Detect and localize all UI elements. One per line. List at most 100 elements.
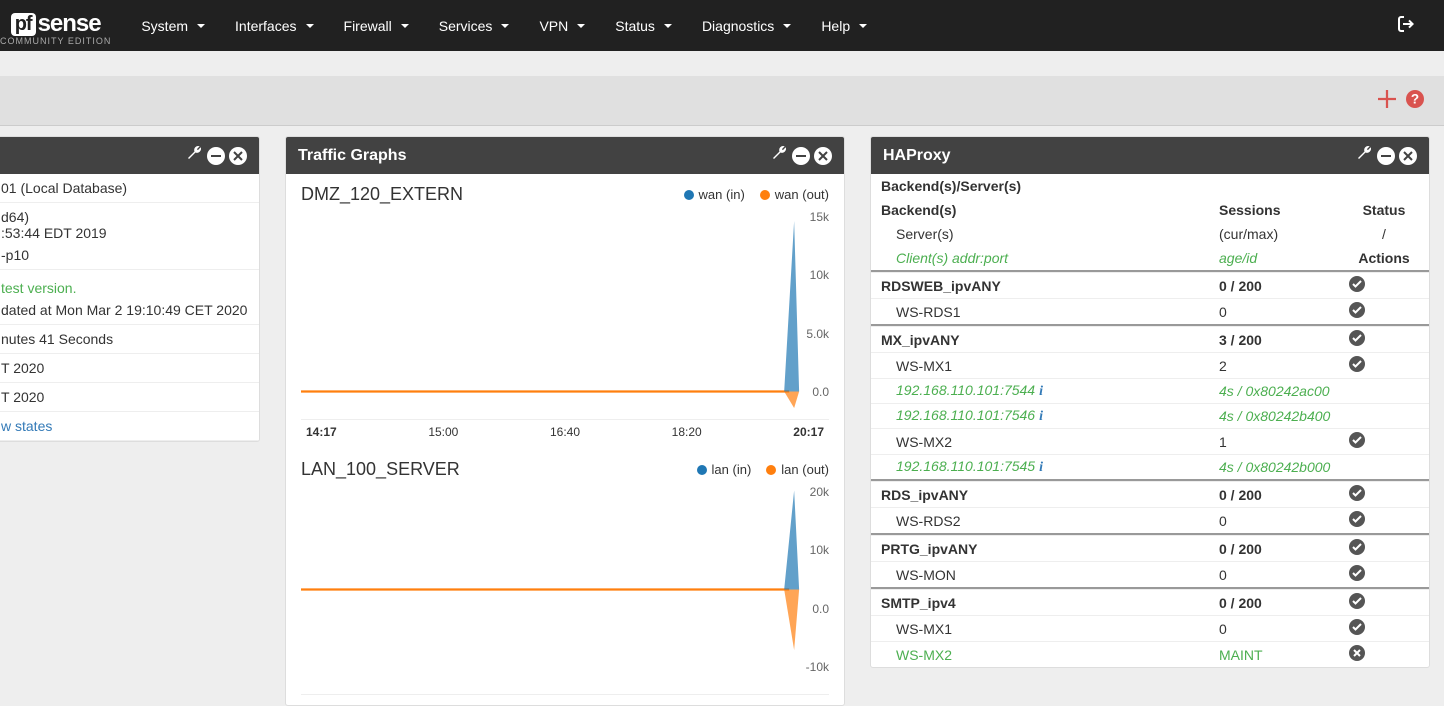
chart-area[interactable]: 20k10k0.0-10k xyxy=(301,485,829,695)
wrench-icon[interactable] xyxy=(1357,145,1373,166)
nav-system[interactable]: System xyxy=(126,3,220,49)
haproxy-server-row: WS-MX2MAINT xyxy=(871,641,1429,667)
haproxy-panel: HAProxy Backend(s)/Server(s) Backend(s) … xyxy=(870,136,1430,668)
sysinfo-time1: T 2020 xyxy=(0,354,259,383)
brand-logo[interactable]: pfsense COMMUNITY EDITION xyxy=(0,5,126,46)
caret-down-icon xyxy=(197,24,205,28)
haproxy-title: HAProxy xyxy=(883,147,1357,165)
wrench-icon[interactable] xyxy=(187,145,203,166)
haproxy-backend-row: RDSWEB_ipvANY0 / 200 xyxy=(871,272,1429,298)
haproxy-server-row: WS-MX10 xyxy=(871,615,1429,641)
close-icon[interactable] xyxy=(814,147,832,165)
dashboard-header-bar: ? xyxy=(0,76,1444,126)
status-ok-icon[interactable] xyxy=(1349,485,1365,501)
haproxy-server-row: WS-RDS10 xyxy=(871,298,1429,324)
status-ok-icon[interactable] xyxy=(1349,511,1365,527)
legend-item: wan (out) xyxy=(760,187,829,202)
traffic-graphs-panel: Traffic Graphs DMZ_120_EXTERN wan (in) wan… xyxy=(285,136,845,706)
legend-item: lan (out) xyxy=(766,462,829,477)
legend-dot-icon xyxy=(760,190,770,200)
nav-interfaces[interactable]: Interfaces xyxy=(220,3,328,49)
status-ok-icon[interactable] xyxy=(1349,539,1365,555)
status-ok-icon[interactable] xyxy=(1349,356,1365,372)
traffic-graphs-title: Traffic Graphs xyxy=(298,147,772,165)
haproxy-backend-row: SMTP_ipv40 / 200 xyxy=(871,589,1429,615)
graph-name: DMZ_120_EXTERN xyxy=(301,184,463,205)
caret-down-icon xyxy=(501,24,509,28)
legend-item: lan (in) xyxy=(697,462,752,477)
haproxy-col-backend: Backend(s) xyxy=(881,202,1219,218)
help-icon[interactable]: ? xyxy=(1406,90,1424,111)
info-icon[interactable]: i xyxy=(1039,384,1043,399)
haproxy-client-row: 192.168.110.101:7544i4s / 0x80242ac00 xyxy=(871,378,1429,403)
nav-help[interactable]: Help xyxy=(806,3,882,49)
traffic-graph: LAN_100_SERVER lan (in) lan (out) 20k10k0.0… xyxy=(286,449,844,705)
legend-item: wan (in) xyxy=(684,187,745,202)
haproxy-backend-row: PRTG_ipvANY0 / 200 xyxy=(871,535,1429,561)
wrench-icon[interactable] xyxy=(772,145,788,166)
status-ok-icon[interactable] xyxy=(1349,276,1365,292)
sysinfo-latest: test version. xyxy=(1,280,76,296)
sysinfo-states-link[interactable]: w states xyxy=(1,418,52,434)
haproxy-client-row: 192.168.110.101:7545i4s / 0x80242b000 xyxy=(871,454,1429,479)
haproxy-server-row: WS-MON0 xyxy=(871,561,1429,587)
haproxy-backend-row: MX_ipvANY3 / 200 xyxy=(871,326,1429,352)
sysinfo-updated: dated at Mon Mar 2 19:10:49 CET 2020 xyxy=(0,296,259,325)
status-ok-icon[interactable] xyxy=(1349,619,1365,635)
nav-diagnostics[interactable]: Diagnostics xyxy=(687,3,806,49)
status-ok-icon[interactable] xyxy=(1349,330,1365,346)
logout-icon[interactable] xyxy=(1383,1,1429,50)
status-ok-icon[interactable] xyxy=(1349,302,1365,318)
nav-vpn[interactable]: VPN xyxy=(524,3,600,49)
sysinfo-patch: -p10 xyxy=(0,241,259,270)
minimize-icon[interactable] xyxy=(792,147,810,165)
haproxy-col-curmax: (cur/max) xyxy=(1219,226,1349,242)
info-icon[interactable]: i xyxy=(1039,460,1043,475)
brand-sense: sense xyxy=(38,10,101,38)
haproxy-col-actions: Actions xyxy=(1349,250,1419,266)
caret-down-icon xyxy=(401,24,409,28)
svg-text:?: ? xyxy=(1411,92,1419,107)
close-icon[interactable] xyxy=(1399,147,1417,165)
close-icon[interactable] xyxy=(229,147,247,165)
status-down-icon[interactable] xyxy=(1349,645,1365,661)
nav-firewall[interactable]: Firewall xyxy=(329,3,424,49)
top-navbar: pfsense COMMUNITY EDITION SystemInterfac… xyxy=(0,0,1444,51)
haproxy-client-row: 192.168.110.101:7546i4s / 0x80242b400 xyxy=(871,403,1429,428)
sysinfo-built: :53:44 EDT 2019 xyxy=(0,225,259,241)
caret-down-icon xyxy=(306,24,314,28)
nav-status[interactable]: Status xyxy=(600,3,687,49)
minimize-icon[interactable] xyxy=(1377,147,1395,165)
haproxy-server-row: WS-RDS20 xyxy=(871,507,1429,533)
haproxy-col-backends: Backend(s)/Server(s) xyxy=(881,178,1419,194)
caret-down-icon xyxy=(783,24,791,28)
traffic-graph: DMZ_120_EXTERN wan (in) wan (out) 15k10k5.0… xyxy=(286,174,844,449)
status-ok-icon[interactable] xyxy=(1349,432,1365,448)
caret-down-icon xyxy=(859,24,867,28)
caret-down-icon xyxy=(577,24,585,28)
haproxy-col-ageid: age/id xyxy=(1219,250,1349,266)
status-ok-icon[interactable] xyxy=(1349,565,1365,581)
haproxy-backend-row: RDS_ipvANY0 / 200 xyxy=(871,481,1429,507)
legend-dot-icon xyxy=(766,465,776,475)
sysinfo-uptime: nutes 41 Seconds xyxy=(0,325,259,354)
minimize-icon[interactable] xyxy=(207,147,225,165)
haproxy-col-client: Client(s) addr:port xyxy=(881,250,1219,266)
caret-down-icon xyxy=(664,24,672,28)
nav-services[interactable]: Services xyxy=(424,3,525,49)
haproxy-server-row: WS-MX21 xyxy=(871,428,1429,454)
sysinfo-time2: T 2020 xyxy=(0,383,259,412)
status-ok-icon[interactable] xyxy=(1349,593,1365,609)
graph-name: LAN_100_SERVER xyxy=(301,459,460,480)
chart-area[interactable]: 15k10k5.0k0.0 xyxy=(301,210,829,420)
info-icon[interactable]: i xyxy=(1039,409,1043,424)
haproxy-server-row: WS-MX12 xyxy=(871,352,1429,378)
sysinfo-user: 01 (Local Database) xyxy=(0,174,259,203)
brand-edition: COMMUNITY EDITION xyxy=(0,36,111,46)
legend-dot-icon xyxy=(697,465,707,475)
legend-dot-icon xyxy=(684,190,694,200)
add-widget-icon[interactable] xyxy=(1378,90,1396,111)
sysinfo-arch: d64) xyxy=(0,203,259,225)
haproxy-col-sessions: Sessions xyxy=(1219,202,1349,218)
haproxy-col-status: Status xyxy=(1349,202,1419,218)
